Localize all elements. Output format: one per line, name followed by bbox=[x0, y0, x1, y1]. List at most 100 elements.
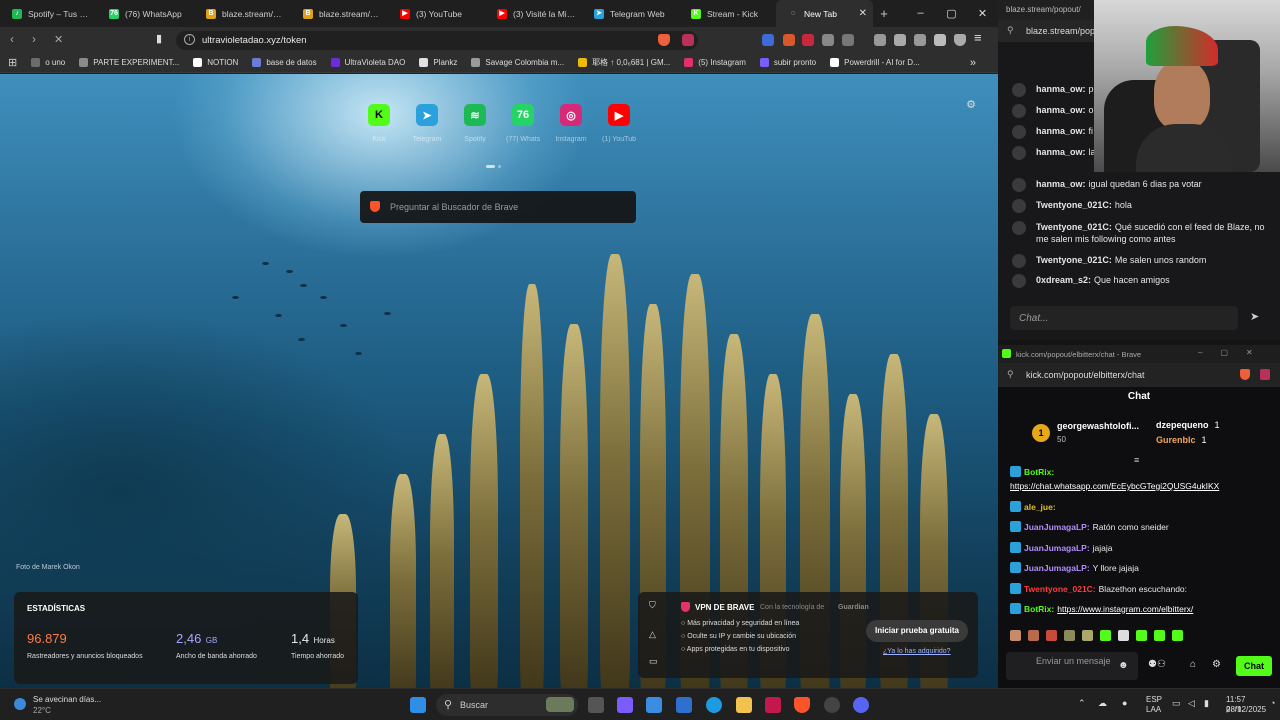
kick-chat-send-button[interactable]: Chat bbox=[1236, 656, 1272, 676]
browser-tab[interactable]: 76 (76) WhatsApp bbox=[97, 0, 194, 27]
address-bar[interactable]: i ultravioletadao.xyz/token bbox=[176, 31, 698, 50]
photo-credit[interactable]: Foto de Marek Okon bbox=[16, 564, 80, 571]
tab-title[interactable]: Spotify – Tus me bbox=[28, 9, 91, 19]
extension-icon[interactable] bbox=[802, 34, 814, 46]
message-username[interactable]: BotRix: bbox=[1024, 604, 1054, 614]
kick-window-controls[interactable]: –▢✕ bbox=[1198, 348, 1271, 357]
minimize-icon[interactable]: – bbox=[905, 7, 936, 20]
bookmark-label[interactable]: base de datos bbox=[266, 58, 316, 67]
emote-icon[interactable] bbox=[1082, 630, 1093, 641]
gifter-item[interactable]: Gurenblc 1 bbox=[1156, 435, 1207, 445]
emote-icon[interactable] bbox=[1064, 630, 1075, 641]
store-icon[interactable]: ⌂ bbox=[1190, 659, 1196, 670]
sidebar-icon[interactable] bbox=[894, 34, 906, 46]
collapse-icon[interactable]: ≡ bbox=[1134, 455, 1139, 465]
close-window-icon[interactable]: ✕ bbox=[967, 7, 998, 20]
users-icon[interactable]: ⚉⚇ bbox=[1148, 659, 1166, 670]
edge-icon[interactable] bbox=[706, 697, 722, 713]
top-site-tile[interactable]: 76 (77) Whats... bbox=[506, 104, 540, 143]
tab-title[interactable]: New Tab bbox=[804, 9, 855, 19]
site-info-icon[interactable]: i bbox=[184, 34, 195, 45]
message-username[interactable]: 0xdream_s2: bbox=[1036, 275, 1091, 285]
weather-text[interactable]: Se avecinan días... bbox=[33, 695, 101, 704]
bookmark-item[interactable]: base de datos bbox=[252, 57, 317, 68]
user-avatar[interactable] bbox=[1012, 104, 1026, 118]
bookmark-item[interactable]: o uno bbox=[31, 57, 65, 68]
site-settings-icon[interactable]: ⚲ bbox=[1007, 369, 1014, 380]
brave-shields-icon[interactable] bbox=[658, 34, 670, 46]
blaze-url[interactable]: blaze.stream/pop bbox=[1026, 26, 1095, 36]
tab-title[interactable]: (76) WhatsApp bbox=[125, 9, 188, 19]
vpn-device-icon[interactable]: ▭ bbox=[649, 656, 658, 667]
emote-icon[interactable] bbox=[1172, 630, 1183, 641]
kick-url-bar[interactable]: ⚲ kick.com/popout/elbitterx/chat bbox=[998, 363, 1280, 387]
snipping-tool-icon[interactable] bbox=[617, 697, 633, 713]
translate-extension-icon[interactable] bbox=[762, 34, 774, 46]
language-code[interactable]: ESP bbox=[1146, 695, 1162, 704]
message-username[interactable]: Twentyone_021C: bbox=[1036, 200, 1112, 210]
gifter-item[interactable]: dzepequeno 1 bbox=[1156, 420, 1220, 430]
top-site-icon[interactable]: K bbox=[368, 104, 390, 126]
shortcut-page-dots[interactable] bbox=[486, 165, 502, 168]
user-avatar[interactable] bbox=[1012, 199, 1026, 213]
search-placeholder[interactable]: Preguntar al Buscador de Brave bbox=[390, 202, 518, 212]
bookmark-label[interactable]: subir pronto bbox=[774, 58, 816, 67]
browser-tab[interactable]: Bblaze.stream/stre bbox=[291, 0, 388, 27]
bookmark-label[interactable]: Plankz bbox=[433, 58, 457, 67]
more-bookmarks-icon[interactable]: » bbox=[970, 57, 976, 69]
leo-ai-icon[interactable] bbox=[934, 34, 946, 46]
message-username[interactable]: JuanJumagaLP: bbox=[1024, 543, 1090, 553]
browser-tab[interactable]: ▶ (3) YouTube bbox=[388, 0, 485, 27]
message-username[interactable]: hanma_ow: bbox=[1036, 84, 1086, 94]
top-site-tile[interactable]: ▶ (1) YouTube bbox=[602, 104, 636, 143]
maximize-icon[interactable]: ▢ bbox=[936, 7, 967, 20]
emoji-icon[interactable]: ☻ bbox=[1118, 660, 1129, 671]
user-avatar[interactable] bbox=[1012, 125, 1026, 139]
new-tab-plus-icon[interactable]: + bbox=[873, 6, 895, 21]
browser-tab[interactable]: Bblaze.stream/stre bbox=[194, 0, 291, 27]
emote-icon[interactable] bbox=[1100, 630, 1111, 641]
user-avatar[interactable] bbox=[1012, 254, 1026, 268]
weather-icon[interactable] bbox=[14, 698, 26, 710]
bookmark-label[interactable]: PARTE EXPERIMENT... bbox=[93, 58, 179, 67]
bookmark-label[interactable]: Powerdrill - AI for D... bbox=[844, 58, 920, 67]
browser-tab[interactable]: K Stream - Kick bbox=[679, 0, 776, 27]
top-site-icon[interactable]: ≋ bbox=[464, 104, 486, 126]
top-site-icon[interactable]: ➤ bbox=[416, 104, 438, 126]
bookmark-item[interactable]: 耶格 ↑ 0,0₆681 | GM... bbox=[578, 57, 670, 68]
task-view-icon[interactable] bbox=[588, 697, 604, 713]
top-site-label[interactable]: Kick bbox=[362, 136, 396, 143]
taskbar-search-label[interactable]: Buscar bbox=[460, 700, 488, 710]
gifter-name[interactable]: dzepequeno bbox=[1156, 420, 1209, 430]
top-site-label[interactable]: Telegram bbox=[410, 136, 444, 143]
address-bar-url[interactable]: ultravioletadao.xyz/token bbox=[202, 35, 307, 46]
extension-icon[interactable] bbox=[842, 34, 854, 46]
app-icon[interactable] bbox=[765, 697, 781, 713]
show-hidden-icons-icon[interactable]: ⌃ bbox=[1078, 698, 1086, 709]
keyboard-layout[interactable]: LAA bbox=[1146, 705, 1161, 714]
stop-loading-icon[interactable]: ✕ bbox=[54, 33, 63, 46]
onedrive-icon[interactable]: ☁ bbox=[1098, 698, 1107, 709]
user-avatar[interactable] bbox=[1012, 221, 1026, 235]
message-username[interactable]: JuanJumagaLP: bbox=[1024, 563, 1090, 573]
microphone-icon[interactable]: ● bbox=[1122, 698, 1127, 708]
brave-taskbar-icon[interactable] bbox=[794, 697, 810, 713]
media-icon[interactable] bbox=[874, 34, 886, 46]
bookmark-item[interactable]: NOTION bbox=[193, 57, 238, 68]
apps-grid-icon[interactable]: ⊞ bbox=[8, 56, 17, 69]
settings-gear-icon[interactable]: ⚙ bbox=[1212, 659, 1221, 670]
browser-tab[interactable]: ➤ Telegram Web bbox=[582, 0, 679, 27]
file-explorer-icon[interactable] bbox=[736, 697, 752, 713]
message-username[interactable]: hanma_ow: bbox=[1036, 126, 1086, 136]
discord-icon[interactable] bbox=[853, 697, 869, 713]
emote-icon[interactable] bbox=[1028, 630, 1039, 641]
blaze-chat-input[interactable]: Chat... bbox=[1010, 306, 1238, 330]
top-site-label[interactable]: (77) Whats... bbox=[506, 136, 540, 143]
user-avatar[interactable] bbox=[1012, 178, 1026, 192]
menu-icon[interactable]: ≡ bbox=[974, 30, 982, 45]
extension-icon[interactable] bbox=[783, 34, 795, 46]
taskbar-search[interactable]: ⚲ Buscar bbox=[436, 694, 578, 716]
site-settings-icon[interactable]: ⚲ bbox=[1007, 25, 1014, 36]
bookmark-label[interactable]: 耶格 ↑ 0,0₆681 | GM... bbox=[592, 57, 670, 68]
emote-icon[interactable] bbox=[1010, 630, 1021, 641]
